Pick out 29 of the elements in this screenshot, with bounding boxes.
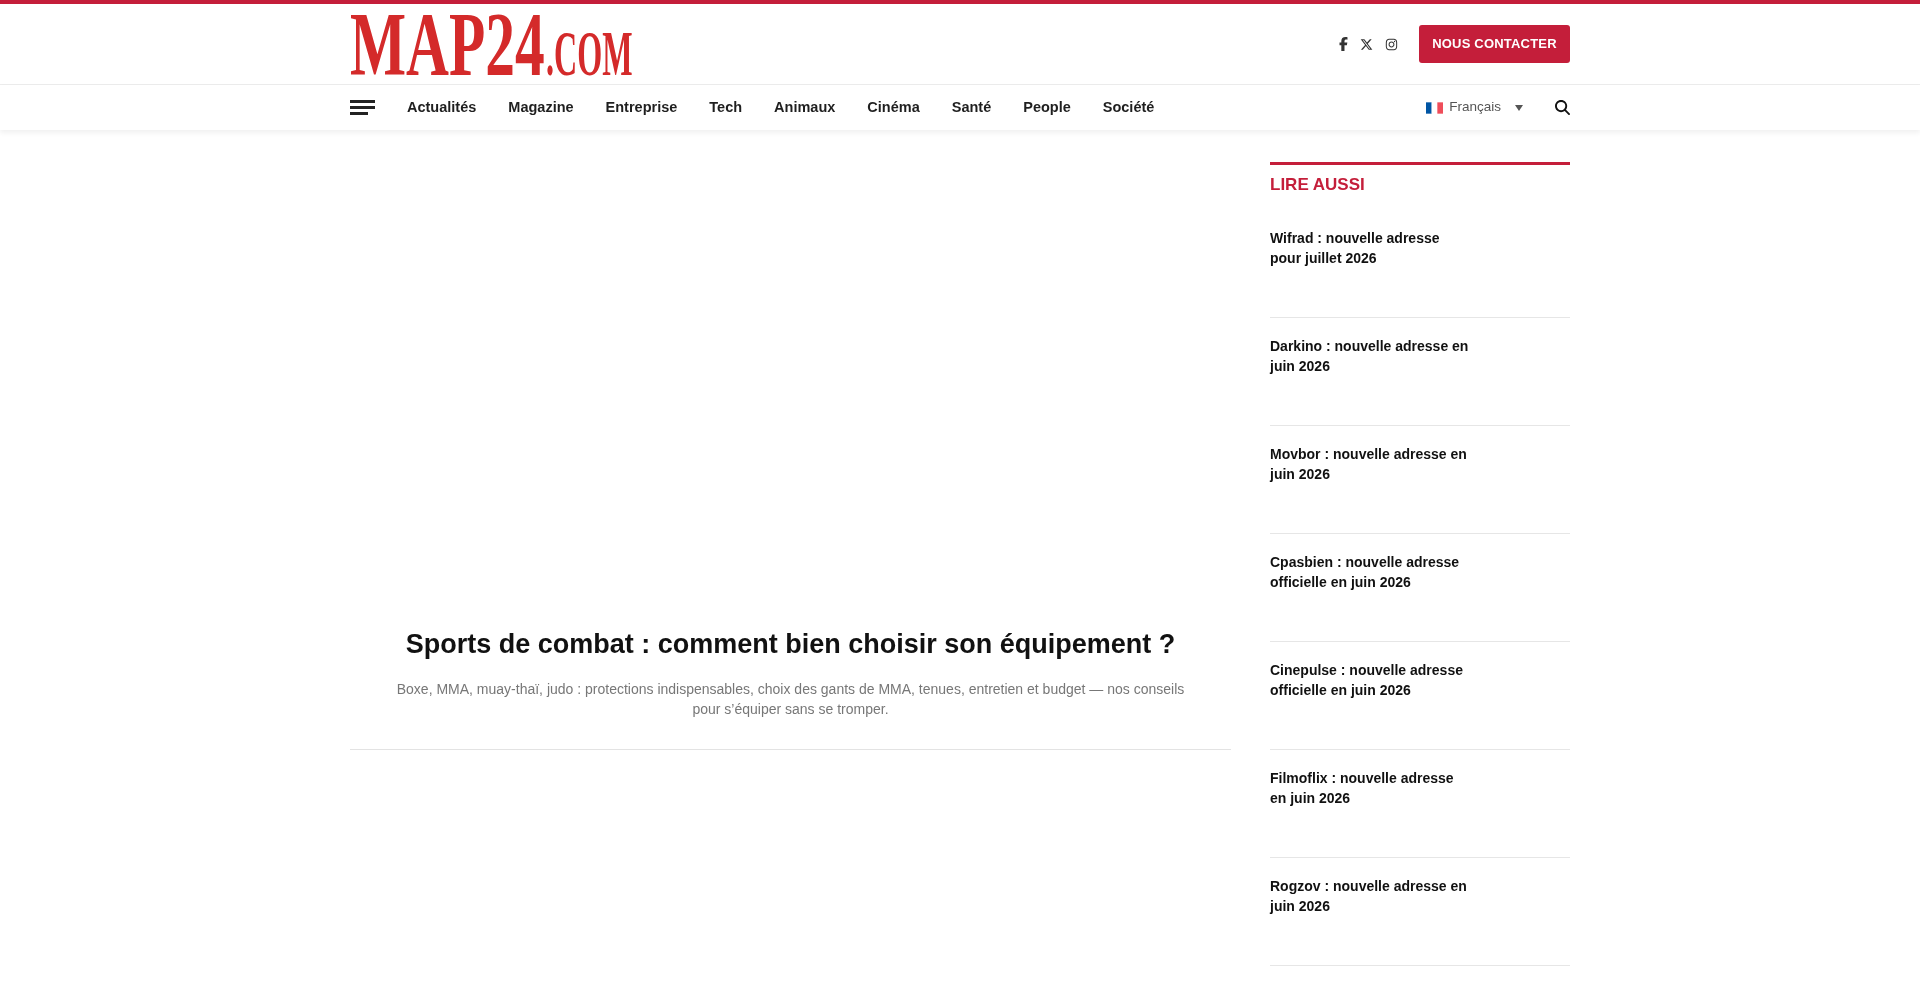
related-article-link[interactable]: Rogzov : nouvelle adresse en juin 2026 [1270, 876, 1470, 916]
nav-link[interactable]: Animaux [774, 96, 836, 119]
language-selector[interactable]: Français [1426, 97, 1523, 118]
nav-link[interactable]: Société [1102, 96, 1155, 119]
search-icon[interactable] [1555, 100, 1570, 115]
nav-link[interactable]: Actualités [407, 96, 477, 119]
site-logo[interactable]: MAP24.COM [350, 13, 634, 77]
related-article-link[interactable]: Movbor : nouvelle adresse en juin 2026 [1270, 444, 1470, 484]
related-article-link[interactable]: Filmoflix : nouvelle adresse en juin 2026 [1270, 768, 1470, 808]
contact-button[interactable]: NOUS CONTACTER [1419, 25, 1570, 63]
nav-link[interactable]: People [1023, 96, 1071, 119]
related-article-link[interactable]: Wifrad : nouvelle adresse pour juillet 2026 [1270, 228, 1470, 268]
nav-link[interactable]: Santé [951, 96, 992, 119]
related-article-link[interactable]: Cpasbien : nouvelle adresse officielle en juin 2026 [1270, 552, 1470, 592]
x-social-icon[interactable] [1360, 37, 1373, 51]
section-heading: LIRE AUSSI [1270, 174, 1366, 196]
facebook-icon[interactable] [1339, 37, 1348, 51]
nav-link[interactable]: Magazine [508, 96, 574, 119]
french-flag-icon [1426, 101, 1444, 114]
related-article-link[interactable]: Cinepulse : nouvelle adresse officielle en juin 2026 [1270, 660, 1470, 700]
nav-link[interactable]: Entreprise [605, 96, 678, 119]
article-title[interactable]: Sports de combat : comment bien choisir son équipement ? [350, 627, 1231, 661]
instagram-icon[interactable] [1385, 37, 1398, 51]
nav-link[interactable]: Tech [709, 96, 743, 119]
related-article-link[interactable]: Darkino : nouvelle adresse en juin 2026 [1270, 336, 1470, 376]
caret-icon [1515, 104, 1523, 111]
nav-link[interactable]: Cinéma [867, 96, 920, 119]
menu-icon[interactable] [350, 100, 375, 115]
article-excerpt: Boxe, MMA, muay-thaï, judo : protections indispensables, choix des gants de MMA, tenues, entretien et budget — nos conseils pour s’équiper sans se tromper. [395, 680, 1186, 719]
